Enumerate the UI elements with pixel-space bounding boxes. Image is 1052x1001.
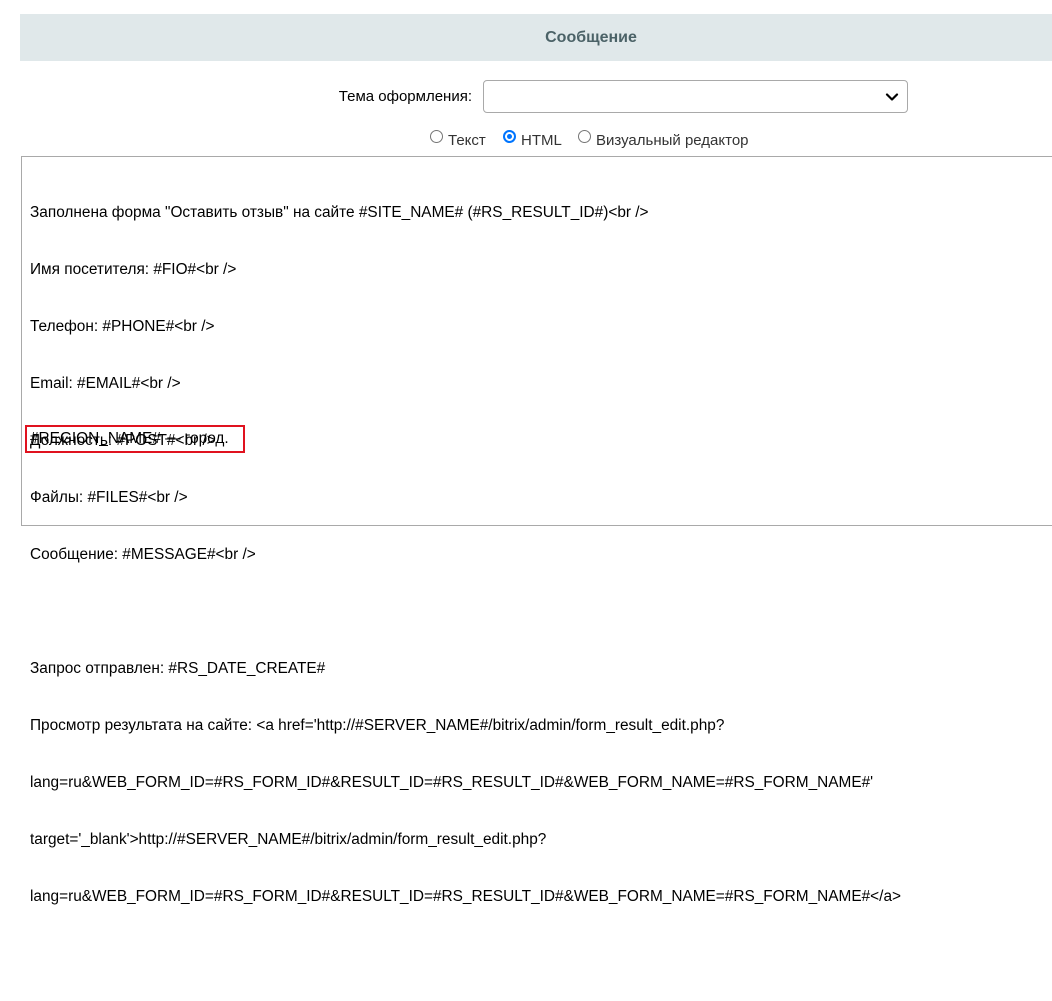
- editor-line: Телефон: #PHONE#<br />: [30, 318, 215, 335]
- theme-select[interactable]: [483, 80, 908, 113]
- editor-mode-selector: Текст HTML Визуальный редактор: [0, 128, 1052, 150]
- mode-html-radio[interactable]: [503, 130, 516, 143]
- editor-line: Файлы: #FILES#<br />: [30, 489, 188, 506]
- editor-line: Email: #EMAIL#<br />: [30, 375, 181, 392]
- theme-label: Тема оформления:: [338, 88, 472, 105]
- mode-html-label[interactable]: HTML: [521, 132, 562, 149]
- mode-text-radio[interactable]: [430, 130, 443, 143]
- editor-content: Заполнена форма "Оставить отзыв" на сайт…: [30, 165, 901, 1001]
- message-body-textarea[interactable]: Заполнена форма "Оставить отзыв" на сайт…: [21, 156, 1052, 905]
- theme-row: Тема оформления:: [0, 80, 1052, 114]
- editor-line: Запрос отправлен: #RS_DATE_CREATE#: [30, 660, 326, 677]
- editor-line: lang=ru&WEB_FORM_ID=#RS_FORM_ID#&RESULT_…: [30, 888, 901, 905]
- editor-line: Заполнена форма "Оставить отзыв" на сайт…: [30, 204, 649, 221]
- editor-line: Просмотр результата на сайте: <a href='h…: [30, 717, 725, 734]
- editor-line: Имя посетителя: #FIO#<br />: [30, 261, 237, 278]
- mode-visual-radio[interactable]: [578, 130, 591, 143]
- region-name-line: #REGION_NAME# — город.: [30, 430, 229, 447]
- mode-visual-label[interactable]: Визуальный редактор: [596, 132, 749, 149]
- section-title: Сообщение: [545, 28, 637, 46]
- editor-line: target='_blank'>http://#SERVER_NAME#/bit…: [30, 831, 547, 848]
- chevron-down-icon: [885, 93, 899, 101]
- mode-text-label[interactable]: Текст: [448, 132, 486, 149]
- editor-line: Сообщение: #MESSAGE#<br />: [30, 546, 256, 563]
- section-header: Сообщение: [20, 14, 1052, 61]
- editor-line: lang=ru&WEB_FORM_ID=#RS_FORM_ID#&RESULT_…: [30, 774, 874, 791]
